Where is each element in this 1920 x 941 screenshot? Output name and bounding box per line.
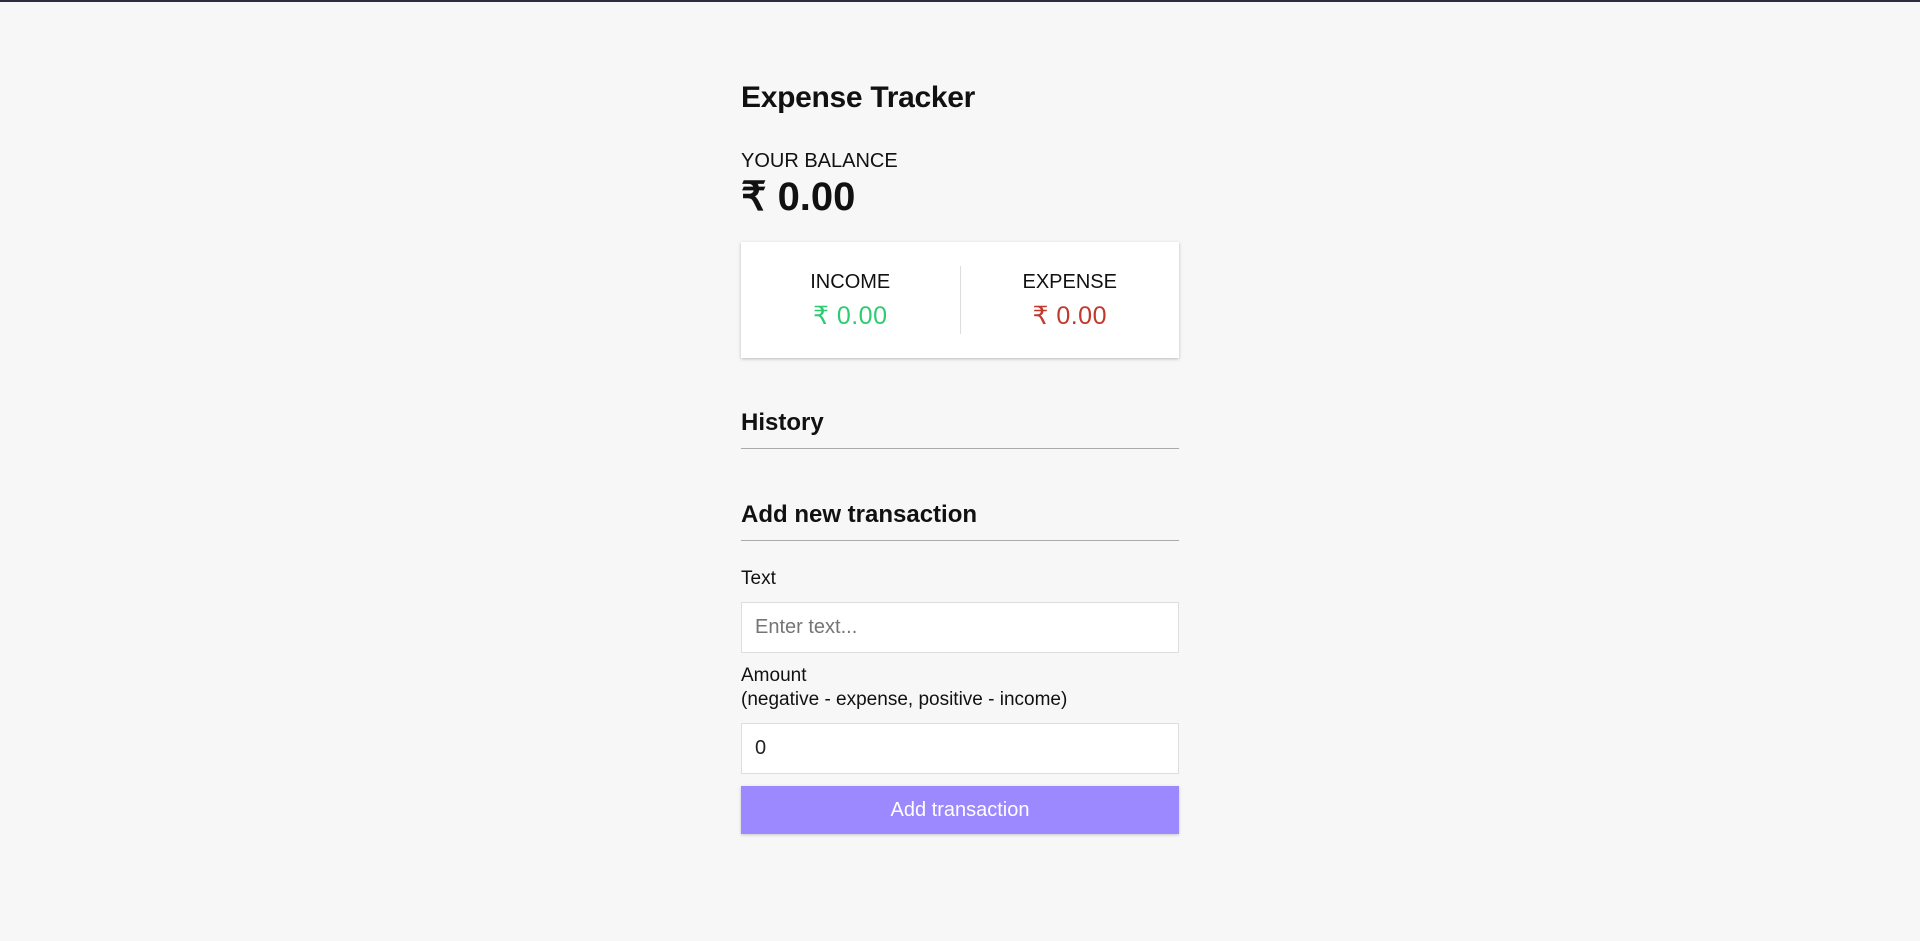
text-form-control: Text — [741, 567, 1179, 653]
income-amount: ₹ 0.00 — [812, 302, 888, 330]
amount-input[interactable] — [741, 723, 1179, 774]
expense-tracker-app: Expense Tracker YOUR BALANCE ₹ 0.00 INCO… — [741, 80, 1179, 834]
window-top-border — [0, 0, 1920, 2]
income-summary: INCOME ₹ 0.00 — [741, 270, 960, 330]
income-expense-card: INCOME ₹ 0.00 EXPENSE ₹ 0.00 — [741, 242, 1179, 358]
balance-section: YOUR BALANCE ₹ 0.00 — [741, 149, 1179, 220]
add-transaction-heading: Add new transaction — [741, 500, 1179, 541]
amount-form-control: Amount (negative - expense, positive - i… — [741, 664, 1179, 774]
app-title: Expense Tracker — [741, 81, 975, 114]
income-label: INCOME — [810, 271, 891, 293]
add-transaction-form: Text Amount (negative - expense, positiv… — [741, 567, 1179, 834]
text-label: Text — [741, 568, 776, 589]
history-heading: History — [741, 408, 1179, 449]
expense-label: EXPENSE — [1022, 271, 1117, 293]
balance-amount: ₹ 0.00 — [741, 175, 856, 219]
balance-label: YOUR BALANCE — [741, 150, 898, 172]
expense-summary: EXPENSE ₹ 0.00 — [961, 270, 1180, 330]
amount-field-label: Amount (negative - expense, positive - i… — [741, 664, 1179, 712]
amount-label: Amount — [741, 665, 807, 686]
text-input[interactable] — [741, 602, 1179, 653]
expense-amount: ₹ 0.00 — [1032, 302, 1107, 330]
amount-hint: (negative - expense, positive - income) — [741, 689, 1068, 710]
text-field-label: Text — [741, 567, 1179, 591]
add-transaction-button[interactable]: Add transaction — [741, 786, 1179, 834]
